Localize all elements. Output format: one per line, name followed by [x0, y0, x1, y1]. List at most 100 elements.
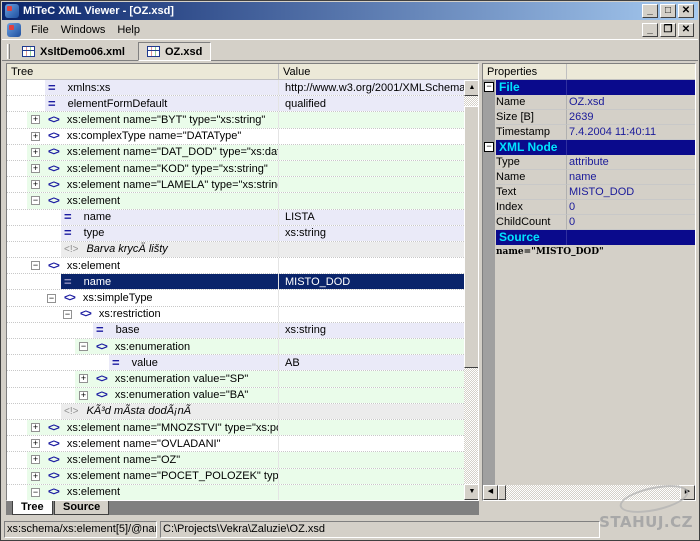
element-icon: <> [64, 292, 76, 305]
tree-row[interactable]: + <> xs:element name="MNOZSTVI" type="xs:p… [7, 419, 464, 437]
tree-row[interactable]: = name LISTA [7, 209, 464, 226]
collapse-icon[interactable]: − [484, 82, 494, 92]
tree-row[interactable]: − <> xs:element [7, 484, 464, 500]
tree-row[interactable]: + <> xs:element name="LAMELA" type="xs:str… [7, 177, 464, 194]
mdi-close-button[interactable]: ✕ [678, 23, 694, 37]
tab-oz-xsd[interactable]: OZ.xsd [138, 42, 212, 61]
node-value [279, 144, 464, 160]
element-icon: <> [48, 194, 60, 207]
tree-row[interactable]: + <> xs:element name="OZ" [7, 452, 464, 469]
node-value [279, 306, 464, 322]
tab-tree[interactable]: Tree [12, 501, 53, 515]
column-header-tree[interactable]: Tree [7, 64, 279, 80]
collapse-icon[interactable]: − [79, 342, 88, 352]
property-row[interactable]: Timestamp 7.4.2004 11:40:11 [483, 125, 695, 140]
collapse-icon[interactable]: − [31, 261, 40, 271]
tree-cell: − <> xs:element [7, 258, 279, 274]
mdi-restore-button[interactable]: ❐ [660, 23, 676, 37]
collapse-icon[interactable]: − [31, 487, 40, 497]
toolbar-grip[interactable] [7, 44, 10, 59]
property-row[interactable]: Size [B] 2639 [483, 110, 695, 125]
tree-row[interactable]: + <> xs:element name="BYT" type="xs:string… [7, 112, 464, 129]
collapse-icon[interactable]: − [63, 309, 72, 319]
property-key: ChildCount [496, 215, 567, 230]
document-tabs: XsltDemo06.xml OZ.xsd [2, 39, 698, 61]
tree-vertical-scrollbar[interactable]: ▲ ▼ [464, 80, 478, 500]
scroll-left-button[interactable]: ◀ [483, 485, 498, 500]
property-row[interactable]: ChildCount 0 [483, 215, 695, 230]
element-icon: <> [48, 470, 60, 483]
expand-icon[interactable]: + [79, 374, 88, 384]
node-value: http://www.w3.org/2001/XMLSchema [279, 80, 464, 96]
tree-row[interactable]: = type xs:string [7, 225, 464, 242]
tree-row[interactable]: + <> xs:element name="POCET_POLOZEK" type=… [7, 468, 464, 485]
tree-row[interactable]: <!> KÃ³d mÃ­sta dodÃ¡nÃ­ [7, 403, 464, 420]
menu-help[interactable]: Help [111, 24, 146, 36]
expand-icon[interactable]: + [79, 390, 88, 400]
tree-row[interactable]: + <> xs:enumeration value="BA" [7, 387, 464, 404]
tree-row[interactable]: = value AB [7, 355, 464, 372]
tree-row[interactable]: + <> xs:complexType name="DATAType" [7, 128, 464, 145]
expand-icon[interactable]: + [31, 180, 40, 190]
node-label: xs:element [66, 194, 121, 207]
element-icon: <> [48, 486, 60, 499]
mdi-minimize-button[interactable]: _ [642, 23, 658, 37]
expand-icon[interactable]: + [31, 455, 40, 465]
expand-icon[interactable]: + [31, 147, 40, 157]
tab-xsltdemo06[interactable]: XsltDemo06.xml [14, 42, 133, 61]
horizontal-scroll-thumb[interactable] [498, 485, 506, 500]
minimize-button[interactable]: _ [642, 4, 658, 18]
menu-windows[interactable]: Windows [55, 24, 112, 36]
tree-row[interactable]: + <> xs:element name="DAT_DOD" type="xs:da… [7, 144, 464, 161]
expand-icon[interactable]: + [31, 423, 40, 433]
property-row[interactable]: Name name [483, 170, 695, 185]
expand-icon[interactable]: + [31, 471, 40, 481]
tree-row[interactable]: − <> xs:element [7, 258, 464, 275]
tree-cell: + <> xs:element name="MNOZSTVI" type="xs:p… [7, 419, 279, 436]
tree-row[interactable]: − <> xs:element [7, 193, 464, 210]
expand-icon[interactable]: + [31, 115, 40, 125]
status-xpath: xs:schema/xs:element[5]/@name [4, 521, 157, 538]
scroll-down-button[interactable]: ▼ [464, 484, 478, 500]
expand-icon[interactable]: + [31, 164, 40, 174]
tree-row[interactable]: = base xs:string [7, 322, 464, 339]
property-section-file[interactable]: − File [483, 80, 695, 95]
maximize-button[interactable]: □ [660, 4, 676, 18]
tree-row-selected[interactable]: = name MISTO_DOD [7, 274, 464, 291]
tree-row[interactable]: + <> xs:element name="OVLADANI" [7, 436, 464, 453]
tree-row[interactable]: − <> xs:enumeration [7, 339, 464, 356]
scroll-thumb[interactable] [464, 106, 478, 368]
tree-indent [7, 177, 27, 193]
property-row[interactable]: Type attribute [483, 155, 695, 170]
column-header-value[interactable]: Value [279, 64, 464, 80]
tree-row[interactable]: <!> Barva krycÄ­ lišty [7, 241, 464, 259]
property-section-xml-node[interactable]: − XML Node [483, 140, 695, 155]
property-row[interactable]: Text MISTO_DOD [483, 185, 695, 200]
tree-panel: Tree Value = xmlns:xs http://www.w3.org/20… [6, 63, 479, 501]
tree-row[interactable]: + <> xs:element name="KOD" type="xs:string… [7, 160, 464, 178]
close-button[interactable]: ✕ [678, 4, 694, 18]
expand-icon[interactable]: + [31, 131, 40, 141]
tab-source[interactable]: Source [54, 501, 110, 515]
element-icon: <> [96, 340, 108, 353]
tree-row[interactable]: − <> xs:simpleType [7, 290, 464, 307]
expand-icon[interactable]: + [31, 439, 40, 449]
collapse-icon[interactable]: − [484, 142, 494, 152]
collapse-icon[interactable]: − [31, 196, 40, 206]
property-row[interactable]: Index 0 [483, 200, 695, 215]
tree-cell: + <> xs:enumeration value="BA" [7, 387, 279, 403]
property-row[interactable]: Name OZ.xsd [483, 95, 695, 110]
menu-file[interactable]: File [25, 24, 55, 36]
node-value [279, 452, 464, 468]
tree-row[interactable]: = xmlns:xs http://www.w3.org/2001/XMLSchem… [7, 80, 464, 97]
scroll-up-button[interactable]: ▲ [464, 80, 478, 96]
tree-row[interactable]: + <> xs:enumeration value="SP" [7, 371, 464, 388]
collapse-icon[interactable]: − [47, 293, 56, 303]
property-section-source: Source [483, 230, 695, 245]
document-system-menu-icon[interactable] [7, 23, 21, 37]
tree-rows: = xmlns:xs http://www.w3.org/2001/XMLSchem… [7, 80, 464, 500]
tree-row[interactable]: = elementFormDefault qualified [7, 96, 464, 113]
node-value: LISTA [279, 209, 464, 225]
tree-row[interactable]: − <> xs:restriction [7, 306, 464, 323]
properties-title: Properties [483, 64, 567, 79]
